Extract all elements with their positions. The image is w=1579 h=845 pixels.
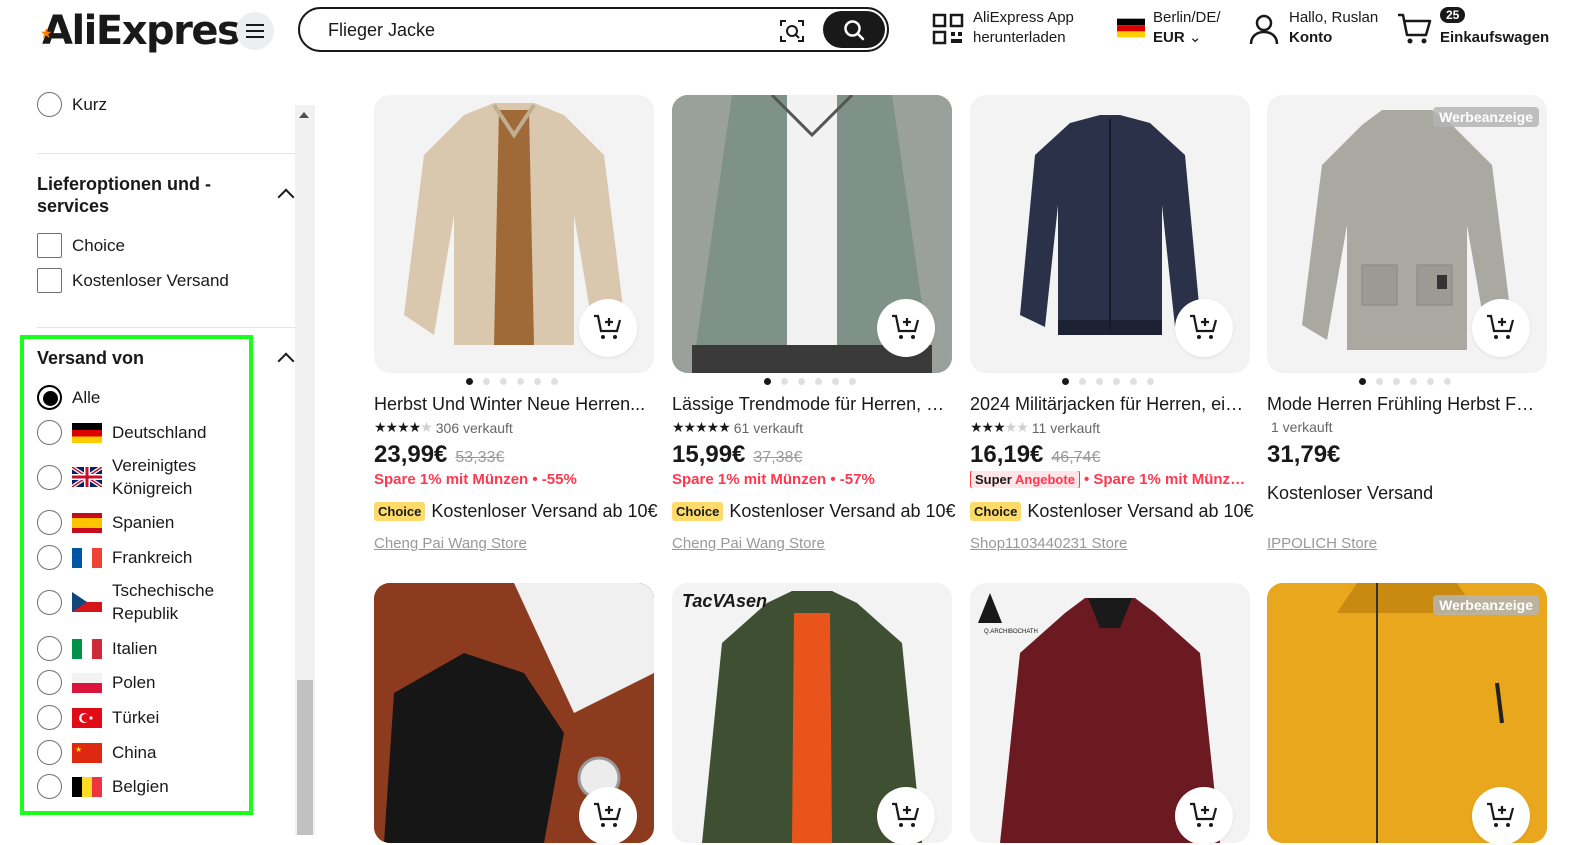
aliexpress-logo[interactable]: AliExpress ★ xyxy=(40,8,263,54)
search-input[interactable] xyxy=(328,17,768,43)
user-icon[interactable] xyxy=(1249,13,1279,45)
chevron-up-icon[interactable] xyxy=(277,352,295,370)
divider xyxy=(37,153,295,154)
cart-link[interactable]: Einkaufswagen xyxy=(1440,28,1549,48)
star-rating-icon: ★★★★★ xyxy=(374,419,433,435)
shipping-info: Choice Kostenloser Versand ab 10€ xyxy=(374,501,658,522)
menu-button[interactable] xyxy=(236,12,274,50)
search-button[interactable] xyxy=(823,11,885,48)
promo-text: Spare 1% mit Münzen • -57% xyxy=(672,471,875,488)
qr-code-icon[interactable] xyxy=(932,13,964,45)
store-link[interactable]: Shop1103440231 Store xyxy=(970,535,1127,552)
product-rating: ★★★★★ 306 verkauft xyxy=(374,419,513,436)
image-carousel-dots xyxy=(1062,378,1154,385)
add-to-cart-button[interactable] xyxy=(877,787,935,845)
app-download-link[interactable]: AliExpress App herunterladen xyxy=(973,8,1074,48)
search-icon xyxy=(844,19,865,40)
product-price: 16,19€ 46,74€ xyxy=(970,441,1101,468)
chevron-down-icon: ⌄ xyxy=(1188,29,1202,46)
radio-kurz[interactable] xyxy=(37,92,62,117)
flag-de-icon xyxy=(1117,18,1145,38)
add-to-cart-button[interactable] xyxy=(877,299,935,357)
product-price: 23,99€ 53,33€ xyxy=(374,441,505,468)
choice-badge: Choice xyxy=(970,502,1022,521)
choice-badge: Choice xyxy=(374,502,426,521)
add-to-cart-icon xyxy=(1487,314,1515,339)
logo-star-icon: ★ xyxy=(40,26,53,42)
sidebar-scroll-thumb[interactable] xyxy=(297,680,313,835)
hamburger-icon xyxy=(246,24,264,38)
brand-label: TacVAsen xyxy=(682,591,767,611)
add-to-cart-icon xyxy=(594,802,622,827)
promo-text: Super Angebote • Spare 1% mit Münzen... xyxy=(970,471,1250,488)
image-carousel-dots xyxy=(1359,378,1451,385)
star-rating-icon: ★★★★★ xyxy=(672,419,731,435)
scroll-up-arrow-icon[interactable] xyxy=(299,112,309,118)
add-to-cart-button[interactable] xyxy=(579,299,637,357)
add-to-cart-button[interactable] xyxy=(579,787,637,845)
delivery-options-title[interactable]: Lieferoptionen und - services xyxy=(37,173,211,217)
shipping-info: Choice Kostenloser Versand ab 10€ xyxy=(672,501,956,522)
product-price: 15,99€ 37,38€ xyxy=(672,441,803,468)
add-to-cart-button[interactable] xyxy=(1175,787,1233,845)
filter-option-free-shipping[interactable]: Kostenloser Versand xyxy=(37,268,229,293)
add-to-cart-icon xyxy=(892,802,920,827)
product-title[interactable]: Mode Herren Frühling Herbst Fun... xyxy=(1267,393,1542,415)
search-bar xyxy=(298,7,889,52)
super-deals-badge: Super Angebote xyxy=(970,471,1080,488)
account-link[interactable]: Hallo, Ruslan Konto xyxy=(1289,8,1378,48)
star-rating-icon: ★★★★★ xyxy=(970,419,1029,435)
shipping-info: Choice Kostenloser Versand ab 10€ xyxy=(970,501,1254,522)
product-title[interactable]: Lässige Trendmode für Herren, wi... xyxy=(672,393,947,415)
cart-count-badge: 25 xyxy=(1440,7,1466,23)
ship-from-highlight-box xyxy=(20,335,253,815)
ad-badge: Werbeanzeige xyxy=(1433,595,1539,615)
brand-label: Q.ARCHIBOCHATH xyxy=(984,629,1038,635)
image-search-icon[interactable] xyxy=(778,17,806,45)
header: AliExpress★ AliExpress Appherunterladen … xyxy=(0,0,1579,64)
region-selector[interactable]: Berlin/DE/EUR ⌄ xyxy=(1153,8,1221,48)
ad-badge: Werbeanzeige xyxy=(1433,107,1539,127)
product-rating: ★★★★★ 61 verkauft xyxy=(672,419,804,436)
filter-option-kurz[interactable]: Kurz xyxy=(37,92,107,117)
add-to-cart-icon xyxy=(1487,802,1515,827)
store-link[interactable]: Cheng Pai Wang Store xyxy=(672,535,825,552)
add-to-cart-icon xyxy=(1190,314,1218,339)
divider xyxy=(37,327,295,328)
shipping-info: Kostenloser Versand xyxy=(1267,483,1434,503)
image-carousel-dots xyxy=(466,378,558,385)
product-price: 31,79€ xyxy=(1267,441,1341,468)
product-title[interactable]: 2024 Militärjacken für Herren, einf... xyxy=(970,393,1245,415)
sold-count: 1 verkauft xyxy=(1271,419,1333,435)
product-rating: ★★★★★ 11 verkauft xyxy=(970,419,1100,436)
add-to-cart-icon xyxy=(892,314,920,339)
promo-text: Spare 1% mit Münzen • -55% xyxy=(374,471,577,488)
image-carousel-dots xyxy=(764,378,856,385)
filter-option-choice[interactable]: Choice xyxy=(37,233,125,258)
chevron-up-icon[interactable] xyxy=(277,188,295,206)
add-to-cart-icon xyxy=(1190,802,1218,827)
checkbox-choice[interactable] xyxy=(37,233,62,258)
add-to-cart-button[interactable] xyxy=(1175,299,1233,357)
add-to-cart-button[interactable] xyxy=(1472,299,1530,357)
choice-badge: Choice xyxy=(672,502,724,521)
add-to-cart-button[interactable] xyxy=(1472,787,1530,845)
store-link[interactable]: IPPOLICH Store xyxy=(1267,535,1377,552)
add-to-cart-icon xyxy=(594,314,622,339)
product-title[interactable]: Herbst Und Winter Neue Herren... xyxy=(374,393,649,415)
checkbox-free-shipping[interactable] xyxy=(37,268,62,293)
store-link[interactable]: Cheng Pai Wang Store xyxy=(374,535,527,552)
cart-icon[interactable] xyxy=(1397,12,1433,46)
